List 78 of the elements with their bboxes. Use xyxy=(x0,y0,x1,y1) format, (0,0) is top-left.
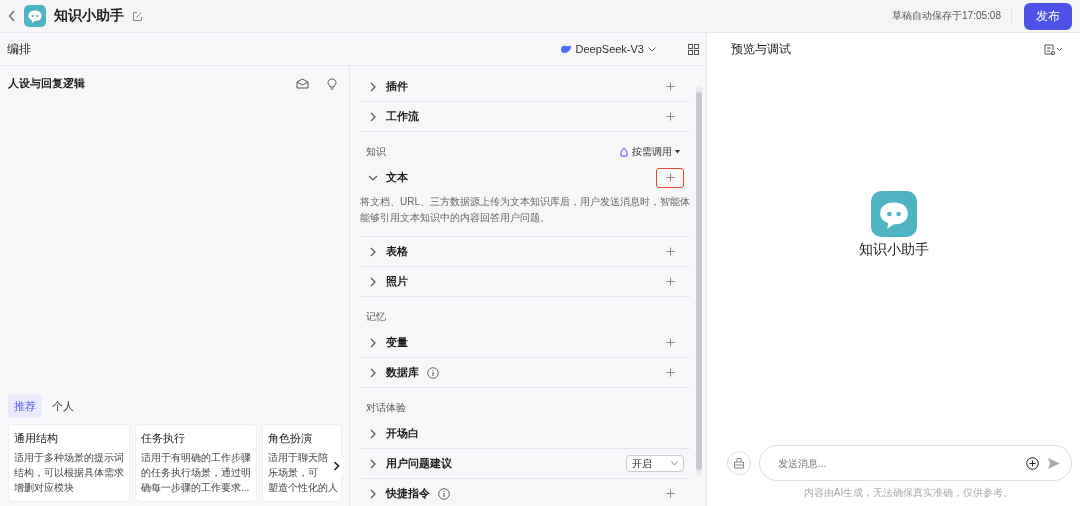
section-heading: 记忆 xyxy=(366,310,387,324)
plus-icon xyxy=(665,338,675,347)
template-description: 乐场景，可 xyxy=(268,466,318,480)
edit-icon[interactable] xyxy=(132,10,143,22)
chevron-icon xyxy=(368,458,378,469)
send-icon[interactable] xyxy=(1047,456,1061,470)
chevron-icon xyxy=(368,367,378,378)
template-description: 确每一步骤的工作要求... xyxy=(141,481,250,495)
autosave-status: 草稿自动保存于17:05:08 xyxy=(892,9,1012,23)
caret-icon xyxy=(675,150,680,154)
bot-avatar-icon xyxy=(24,5,46,27)
plus-icon xyxy=(665,368,675,377)
section-heading: 对话体验 xyxy=(366,401,407,415)
message-input[interactable]: 发送消息... xyxy=(776,456,1018,470)
select-field[interactable]: 开启 xyxy=(626,455,684,472)
disclaimer: 内容由AI生成，无法确保真实准确，仅供参考。 xyxy=(802,486,1015,500)
info-icon[interactable] xyxy=(427,366,439,379)
template-description: 适用于多种场景的提示词 xyxy=(14,451,124,465)
template-title: 通用结构 xyxy=(14,431,59,446)
lightbulb-icon[interactable] xyxy=(327,77,337,90)
template-title: 角色扮演 xyxy=(268,431,313,446)
section-label[interactable]: 工作流 xyxy=(386,109,419,124)
template-card[interactable]: 角色扮演 适用于聊天陪 乐场景，可 塑造个性化的人 xyxy=(262,424,342,502)
template-description: 增删对应模块 xyxy=(14,481,74,495)
add-button[interactable] xyxy=(656,167,684,188)
plus-icon xyxy=(665,489,675,498)
template-card[interactable]: 通用结构 适用于多种场景的提示词 结构，可以根据具体需求 增删对应模块 xyxy=(8,424,130,502)
template-description: 塑造个性化的人 xyxy=(268,481,338,495)
template-tab[interactable]: 个人 xyxy=(46,395,80,418)
section-label[interactable]: 照片 xyxy=(386,274,408,289)
section-label[interactable]: 开场白 xyxy=(386,426,419,441)
section-label[interactable]: 插件 xyxy=(386,79,408,94)
bot-avatar-icon xyxy=(870,191,917,237)
caret-icon xyxy=(671,461,678,466)
scrollbar[interactable] xyxy=(696,86,702,476)
plus-icon xyxy=(665,82,675,91)
template-tab[interactable]: 推荐 xyxy=(8,395,42,418)
section-label[interactable]: 表格 xyxy=(386,244,408,259)
chevron-icon xyxy=(368,111,378,122)
chevron-icon xyxy=(368,81,378,92)
chevron-right-icon xyxy=(332,461,340,471)
section-label[interactable]: 快捷指令 xyxy=(386,486,430,501)
template-description: 适用于有明确的工作步骤 xyxy=(141,451,251,465)
model-selector[interactable]: DeepSeek-V3 xyxy=(553,42,662,56)
back-icon[interactable] xyxy=(8,10,16,22)
info-icon[interactable] xyxy=(438,487,450,500)
template-description: 的任务执行场景，通过明 xyxy=(141,466,251,480)
section-label[interactable]: 变量 xyxy=(386,335,408,350)
section-description: 将文档、URL、三方数据源上传为文本知识库后，用户发送消息时，智能体能够引用文本知识中的内容回答用户问题。 xyxy=(360,192,690,237)
chevron-icon xyxy=(368,246,378,257)
panel-title: 编排 xyxy=(7,40,32,58)
plus-icon xyxy=(665,277,675,286)
chevron-icon xyxy=(368,428,378,439)
plus-icon xyxy=(665,247,675,256)
template-description: 结构，可以根据具体需求 xyxy=(14,466,124,480)
debug-menu-icon[interactable] xyxy=(1044,43,1064,55)
template-card[interactable]: 任务执行 适用于有明确的工作步骤 的任务执行场景，通过明 确每一步骤的工作要求... xyxy=(135,424,257,502)
section-label[interactable]: 文本 xyxy=(386,170,408,185)
chevron-icon xyxy=(368,337,378,348)
section-heading: 知识 xyxy=(366,145,387,159)
plus-icon xyxy=(665,112,675,121)
publish-button[interactable]: 发布 xyxy=(1024,2,1072,30)
add-circle-icon[interactable] xyxy=(1026,456,1039,470)
grid-icon[interactable] xyxy=(688,43,699,55)
template-description: 适用于聊天陪 xyxy=(268,451,328,465)
briefcase-icon xyxy=(733,457,745,469)
panel-title: 人设与回复逻辑 xyxy=(8,76,86,91)
section-label[interactable]: 用户问题建议 xyxy=(386,456,452,471)
call-mode-dropdown[interactable]: 按需调用 xyxy=(619,145,680,159)
template-title: 任务执行 xyxy=(141,431,186,446)
caret-icon xyxy=(648,46,656,52)
app-title: 知识小助手 xyxy=(54,7,124,25)
chevron-icon xyxy=(368,488,378,499)
section-label[interactable]: 数据库 xyxy=(386,365,419,380)
bot-name: 知识小助手 xyxy=(858,241,929,259)
chevron-icon xyxy=(368,276,378,287)
plus-icon xyxy=(665,173,675,182)
panel-title: 预览与调试 xyxy=(731,40,792,58)
